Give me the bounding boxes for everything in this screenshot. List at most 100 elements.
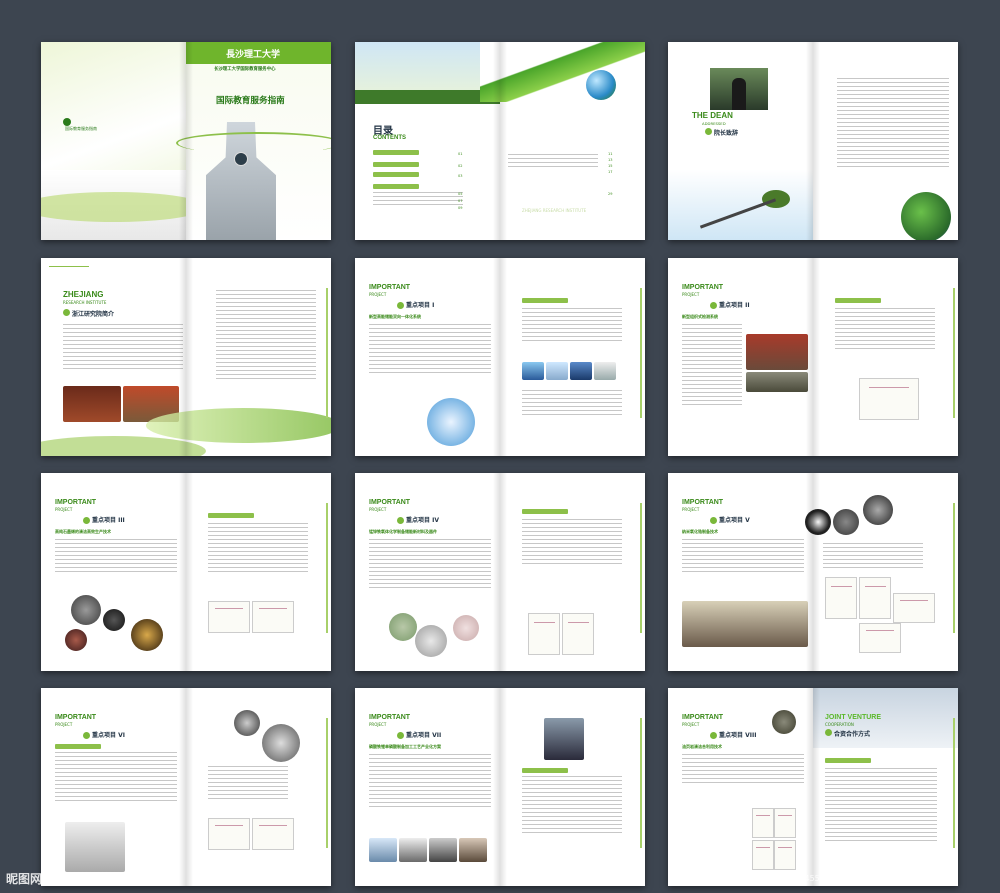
page-sidebar bbox=[953, 288, 955, 418]
project-text-right bbox=[208, 766, 288, 802]
project-subtitle: 纳米氧化锆制备技术 bbox=[682, 529, 718, 534]
project-subtitle: 油页岩清洁合利用技术 bbox=[682, 744, 722, 749]
project-7-right bbox=[500, 688, 645, 886]
title-dot bbox=[825, 729, 832, 736]
certificate-image bbox=[252, 601, 294, 633]
spread-institute[interactable]: ZHEJIANG RESEARCH INSTITUTE 浙江研究院简介 bbox=[41, 258, 331, 456]
spread-project-1[interactable]: IMPORTANT PROJECT 重点项目 I 新型高能储能双向一体化系统 bbox=[355, 258, 645, 456]
project-subtitle: 锰锌铁氧体化学制备储能新材料及器件 bbox=[369, 529, 437, 534]
project-2-left: IMPORTANT PROJECT 重点项目 II 新型组织式检测系统 bbox=[668, 258, 813, 456]
project-label: PROJECT bbox=[369, 507, 387, 512]
cover-title: 国际教育服务指南 bbox=[216, 96, 285, 106]
wind-turbine-photo bbox=[546, 362, 568, 380]
lab-photo bbox=[399, 838, 427, 862]
title-dot bbox=[710, 732, 717, 739]
project-text-right bbox=[522, 776, 622, 836]
watermark-id: ID:5364551 NO:20130719232245008358 bbox=[778, 874, 945, 883]
important-label: IMPORTANT bbox=[369, 714, 411, 721]
project-title: 重点项目 I bbox=[397, 300, 434, 309]
project-title: 重点项目 VII bbox=[397, 730, 441, 739]
title-dot bbox=[397, 302, 404, 309]
project-title: 重点项目 VIII bbox=[710, 730, 756, 739]
green-globe-illustration bbox=[901, 192, 951, 240]
tree-on-globe-illustration bbox=[762, 190, 790, 208]
green-wave bbox=[41, 436, 206, 456]
dean-title-dot bbox=[705, 128, 712, 135]
toc-page-number: 03 bbox=[458, 174, 463, 178]
certificate-image bbox=[859, 577, 891, 619]
spread-toc[interactable]: 目录 CONTENTS 01 02 03 05 07 09 11 13 15 1… bbox=[355, 42, 645, 240]
dean-address-text bbox=[837, 78, 949, 170]
institute-text bbox=[63, 324, 183, 372]
project-title: 重点项目 III bbox=[83, 515, 125, 524]
project-1-left: IMPORTANT PROJECT 重点项目 I 新型高能储能双向一体化系统 bbox=[355, 258, 500, 456]
project-title-text: 重点项目 V bbox=[719, 517, 750, 524]
tree-line bbox=[355, 90, 500, 104]
important-label: IMPORTANT bbox=[55, 714, 97, 721]
project-label: PROJECT bbox=[682, 722, 700, 727]
toc-section-tab bbox=[373, 184, 419, 189]
project-title-text: 重点项目 IV bbox=[406, 517, 439, 524]
nano-particle-photo bbox=[863, 495, 893, 525]
important-label: IMPORTANT bbox=[369, 284, 411, 291]
project-text bbox=[369, 754, 491, 810]
project-label: PROJECT bbox=[682, 292, 700, 297]
page-sidebar bbox=[640, 503, 642, 633]
toc-page-number: 01 bbox=[458, 152, 463, 156]
section-tab bbox=[522, 509, 568, 514]
project-text-right bbox=[823, 543, 923, 571]
toc-page-number: 15 bbox=[608, 164, 613, 168]
oil-shale-photo bbox=[772, 710, 796, 734]
lab-photo bbox=[369, 838, 397, 862]
project-label: PROJECT bbox=[55, 507, 73, 512]
project-7-left: IMPORTANT PROJECT 重点项目 VII 磷酸铁锂单磷酸制备加工工艺… bbox=[355, 688, 500, 886]
important-label: IMPORTANT bbox=[369, 499, 411, 506]
graphite-sample-photo bbox=[71, 595, 101, 625]
electric-car-photo bbox=[594, 362, 616, 380]
project-text bbox=[682, 324, 742, 408]
project-text bbox=[55, 539, 177, 575]
page-sidebar bbox=[953, 503, 955, 633]
project-text bbox=[55, 752, 177, 804]
spread-project-3[interactable]: IMPORTANT PROJECT 重点项目 III 高纯石墨烯的清洁高效生产技… bbox=[41, 473, 331, 671]
project-text bbox=[682, 754, 804, 786]
ferrite-sample-photo bbox=[389, 613, 417, 641]
section-tab bbox=[835, 298, 881, 303]
microscope-photo bbox=[415, 625, 447, 657]
spread-project-2[interactable]: IMPORTANT PROJECT 重点项目 II 新型组织式检测系统 bbox=[668, 258, 958, 456]
certificate-image bbox=[208, 601, 250, 633]
spread-project-8-joint[interactable]: IMPORTANT PROJECT 重点项目 VIII 油页岩清洁合利用技术 J… bbox=[668, 688, 958, 886]
microsphere-photo bbox=[234, 710, 260, 736]
cover-front-page: 長沙理工大学 长沙理工大学国际教育服务中心 国际教育服务指南 bbox=[176, 42, 331, 240]
globe-icon bbox=[586, 70, 616, 100]
project-label: PROJECT bbox=[55, 722, 73, 727]
joint-title-en-2: COOPERATION bbox=[825, 722, 854, 727]
project-title: 重点项目 IV bbox=[397, 515, 439, 524]
spread-project-6[interactable]: IMPORTANT PROJECT 重点项目 VI bbox=[41, 688, 331, 886]
project-title-text: 重点项目 VIII bbox=[719, 732, 757, 739]
institute-text-right bbox=[216, 290, 316, 382]
spread-project-7[interactable]: IMPORTANT PROJECT 重点项目 VII 磷酸铁锂单磷酸制备加工工艺… bbox=[355, 688, 645, 886]
lab-photo bbox=[746, 372, 808, 392]
project-text-right bbox=[522, 308, 622, 344]
certificate-image bbox=[825, 577, 857, 619]
spread-cover[interactable]: 長沙理工大学 长沙理工大学国际教育服务中心 国际教育服务指南 国际教育服务指南 bbox=[41, 42, 331, 240]
university-logo-text: 長沙理工大学 bbox=[226, 50, 281, 60]
lab-photo bbox=[459, 838, 487, 862]
toc-section-tab bbox=[373, 162, 419, 167]
project-title: 重点项目 VI bbox=[83, 730, 125, 739]
toc-entries bbox=[373, 192, 463, 208]
spread-project-5[interactable]: IMPORTANT PROJECT 重点项目 V 纳米氧化锆制备技术 bbox=[668, 473, 958, 671]
dean-title-cn: 院长致辞 bbox=[714, 130, 739, 137]
toc-page-number: 02 bbox=[458, 164, 463, 168]
spread-project-4[interactable]: IMPORTANT PROJECT 重点项目 IV 锰锌铁氧体化学制备储能新材料… bbox=[355, 473, 645, 671]
project-text bbox=[369, 539, 491, 591]
project-text-right bbox=[522, 519, 622, 567]
clock-face bbox=[234, 152, 248, 166]
title-dot bbox=[63, 309, 70, 316]
solar-array-photo bbox=[570, 362, 592, 380]
title-dot bbox=[397, 732, 404, 739]
project-5-right bbox=[805, 473, 958, 671]
section-tab bbox=[208, 513, 254, 518]
spread-dean[interactable]: THE DEAN ADDRESSED 院长致辞 bbox=[668, 42, 958, 240]
